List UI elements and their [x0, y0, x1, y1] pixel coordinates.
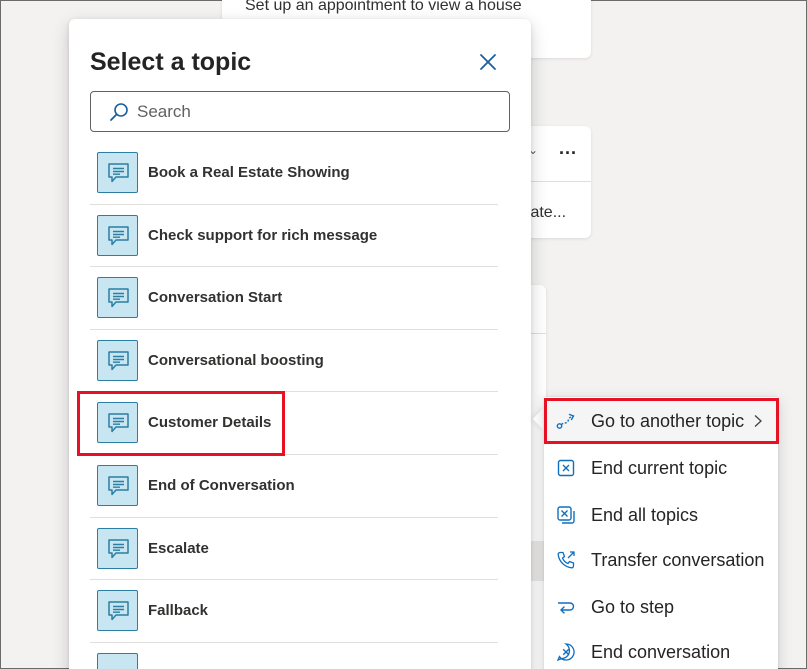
topic-label: Customer Details [148, 414, 272, 432]
topic-message-icon [97, 214, 138, 256]
menu-item-end-conversation[interactable]: End conversation [544, 632, 778, 669]
menu-item-label: Go to step [591, 597, 675, 617]
topic-list-item[interactable]: Conversation Start [90, 267, 498, 330]
topic-label: Conversation Start [148, 289, 283, 307]
topic-list-item[interactable]: Fallback [90, 580, 498, 643]
topic-label: Check support for rich message [148, 226, 378, 244]
topic-label: Fallback [148, 602, 209, 620]
menu-item-label: End current topic [591, 458, 728, 478]
end-conversation-icon [556, 643, 575, 662]
menu-item-go-to-another-topic[interactable]: Go to another topic [544, 401, 778, 441]
panel-title: Select a topic [90, 48, 252, 76]
topic-label: End of Conversation [148, 476, 295, 494]
node-truncated-text: tate... [526, 204, 567, 221]
menu-item-end-all-topics[interactable]: End all topics [544, 495, 778, 535]
menu-item-label: End all topics [591, 505, 699, 525]
message-text: Set up an appointment to view a house [245, 0, 522, 14]
menu-item-label: Go to another topic [591, 411, 745, 431]
topic-message-icon [97, 339, 138, 381]
topic-list-item[interactable]: Conversational boosting [90, 330, 498, 393]
topic-list-item[interactable]: Escalate [90, 518, 498, 581]
topic-list: Book a Real Estate Showing Check support … [90, 142, 498, 669]
topic-list-item[interactable]: Customer Details [90, 392, 498, 455]
menu-item-go-to-step[interactable]: Go to step [544, 587, 778, 627]
topic-list-item[interactable] [90, 643, 498, 669]
topic-message-icon [97, 527, 138, 569]
goto-step-icon [558, 602, 575, 614]
add-node-menu: Go to another topic End current topic En… [544, 397, 778, 669]
menu-item-transfer-conversation[interactable]: Transfer conversation [544, 540, 778, 580]
close-icon [480, 54, 496, 70]
menu-item-end-current-topic[interactable]: End current topic [544, 448, 778, 488]
topic-list-item[interactable]: Check support for rich message [90, 205, 498, 268]
topic-message-icon [97, 590, 138, 632]
topic-label: Conversational boosting [148, 351, 324, 369]
topic-list-item[interactable]: End of Conversation [90, 455, 498, 518]
menu-item-label: End conversation [591, 642, 731, 662]
topic-message-icon [97, 464, 138, 506]
more-options-button[interactable]: ... [559, 138, 577, 159]
search-icon [110, 103, 128, 121]
select-topic-panel: Select a topic Book a Real Estate Showin… [69, 19, 531, 669]
topic-label: Escalate [148, 539, 209, 557]
topic-message-icon [97, 402, 138, 444]
topic-label: Book a Real Estate Showing [148, 164, 350, 181]
close-button[interactable] [475, 49, 501, 75]
end-all-icon [557, 506, 575, 524]
topic-message-icon [97, 277, 138, 319]
search-box[interactable] [90, 91, 510, 132]
search-input[interactable] [137, 98, 497, 126]
menu-item-label: Transfer conversation [591, 550, 765, 570]
chevron-right-icon [754, 415, 762, 427]
topic-message-icon [97, 152, 138, 193]
topic-message-icon [97, 652, 138, 669]
transfer-icon [557, 551, 575, 569]
topic-list-item[interactable]: Book a Real Estate Showing [90, 142, 498, 205]
end-topic-icon [557, 459, 575, 477]
redirect-icon [556, 413, 575, 429]
